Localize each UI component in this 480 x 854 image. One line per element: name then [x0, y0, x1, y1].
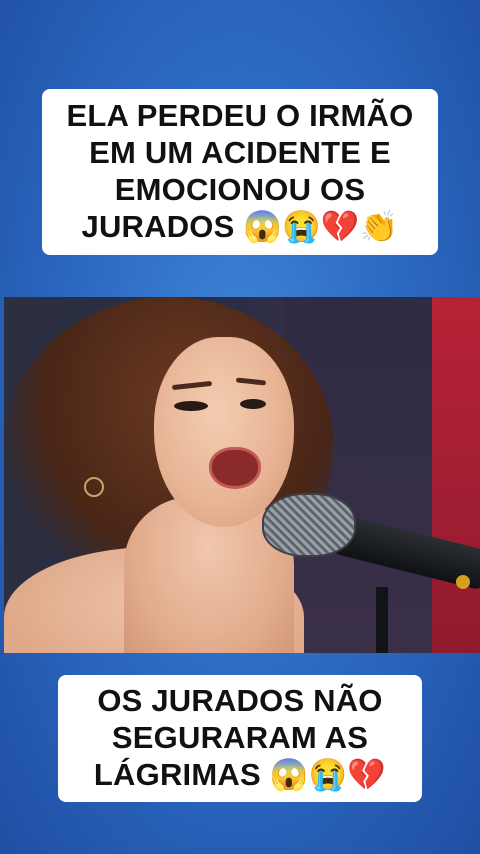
bottom-caption: OS JURADOS NÃO SEGURARAM AS LÁGRIMAS 😱😭💔 — [58, 675, 422, 802]
earring — [84, 477, 104, 497]
mic-stand — [376, 587, 388, 653]
mic-badge — [456, 575, 470, 589]
top-caption-line-3: EMOCIONOU OS — [114, 171, 366, 207]
top-caption-line-4: JURADOS 😱😭💔👏 — [81, 208, 399, 244]
bottom-caption-line-2: SEGURARAM AS — [111, 719, 369, 755]
singer-mouth — [209, 447, 261, 489]
microphone-icon — [262, 493, 356, 557]
singer-right-eye — [240, 399, 266, 409]
top-caption-line-1: ELA PERDEU O IRMÃO — [66, 98, 414, 133]
bottom-caption-line-3: LÁGRIMAS 😱😭💔 — [93, 756, 387, 792]
story-screen: { "top_caption": { "line1": "ELA PERDEU … — [0, 0, 480, 854]
bottom-caption-line-1: OS JURADOS NÃO — [97, 683, 383, 718]
video-frame-singer[interactable] — [4, 297, 480, 653]
singer-face — [154, 337, 294, 527]
top-caption: ELA PERDEU O IRMÃO EM UM ACIDENTE E EMOC… — [42, 89, 438, 255]
top-caption-line-2: EM UM ACIDENTE E — [89, 134, 391, 170]
singer-left-eye — [174, 401, 208, 411]
stage-red-panel — [432, 297, 480, 653]
